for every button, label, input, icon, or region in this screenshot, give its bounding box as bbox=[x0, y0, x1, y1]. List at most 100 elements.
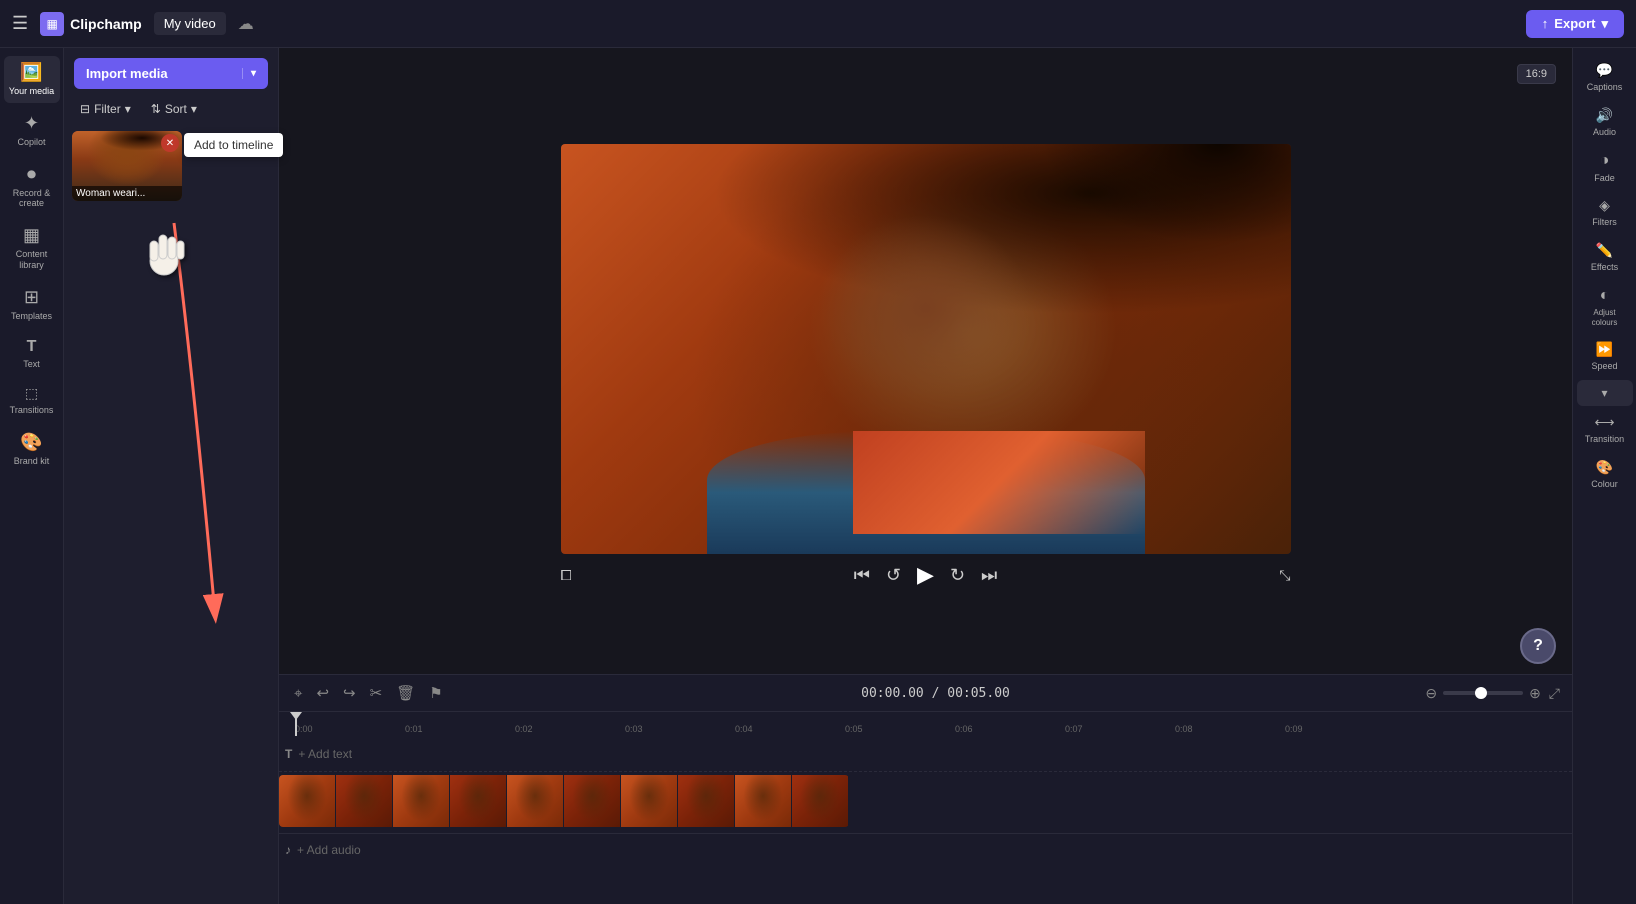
export-label: Export bbox=[1554, 16, 1595, 31]
filters-icon: ◈ bbox=[1599, 197, 1610, 214]
film-frame-1 bbox=[279, 775, 336, 827]
import-media-dropdown-icon[interactable]: ▾ bbox=[242, 68, 256, 79]
sidebar-item-your-media[interactable]: 🖼️ Your media bbox=[4, 56, 60, 103]
forward-5s-button[interactable]: ↻ bbox=[950, 565, 965, 586]
sidebar-item-transitions[interactable]: ⬚ Transitions bbox=[4, 379, 60, 422]
sidebar-item-effects[interactable]: ✏️ Effects bbox=[1577, 236, 1633, 279]
main-content: 🖼️ Your media ✦ Copilot ⏺ Record & creat… bbox=[0, 48, 1636, 904]
sidebar-item-adjust-colours[interactable]: ◐ Adjustcolours bbox=[1577, 281, 1633, 333]
cursor-hand bbox=[144, 223, 189, 286]
media-grid: ✕ Woman weari... Add to timeline bbox=[64, 123, 278, 209]
copilot-icon: ✦ bbox=[24, 113, 39, 134]
zoom-slider[interactable] bbox=[1443, 691, 1523, 695]
timeline-undo-button[interactable]: ↩ bbox=[313, 681, 332, 705]
topbar: ☰ ▦ Clipchamp My video ☁ ↑ Export ▾ bbox=[0, 0, 1636, 48]
text-icon: T bbox=[27, 338, 37, 356]
templates-icon: ⊞ bbox=[24, 287, 39, 308]
sidebar-item-copilot[interactable]: ✦ Copilot bbox=[4, 107, 60, 154]
sidebar-item-filters[interactable]: ◈ Filters bbox=[1577, 191, 1633, 234]
sidebar-label-effects: Effects bbox=[1591, 262, 1618, 273]
import-media-button[interactable]: Import media ▾ bbox=[74, 58, 268, 89]
export-chevron-icon: ▾ bbox=[1601, 16, 1608, 32]
filter-button[interactable]: ⊟ Filter ▾ bbox=[74, 99, 137, 119]
film-frame-8 bbox=[678, 775, 735, 827]
film-frame-4 bbox=[450, 775, 507, 827]
timeline-cut-button[interactable]: ✂ bbox=[367, 681, 386, 705]
playhead-triangle bbox=[290, 712, 302, 720]
sidebar-item-label-templates: Templates bbox=[11, 311, 52, 322]
help-button[interactable]: ? bbox=[1520, 628, 1556, 664]
sidebar-item-label-your-media: Your media bbox=[9, 86, 54, 97]
your-media-icon: 🖼️ bbox=[20, 62, 42, 83]
sidebar-item-record-create[interactable]: ⏺ Record & create bbox=[4, 158, 60, 216]
tooltip-text: Add to timeline bbox=[194, 138, 273, 152]
timeline-magnet-button[interactable]: ⌖ bbox=[291, 682, 305, 705]
back-5s-button[interactable]: ↺ bbox=[886, 565, 901, 586]
sidebar-item-fade[interactable]: ◑ Fade bbox=[1577, 146, 1633, 190]
timeline-redo-button[interactable]: ↪ bbox=[340, 681, 359, 705]
logo-wrapper: ▦ Clipchamp bbox=[40, 12, 142, 36]
playhead[interactable] bbox=[295, 712, 297, 736]
import-media-label: Import media bbox=[86, 66, 238, 81]
add-audio-track[interactable]: ♪ + Add audio bbox=[279, 834, 1572, 866]
play-button[interactable]: ▶ bbox=[917, 562, 934, 588]
sidebar-item-transition[interactable]: ⟷ Transition bbox=[1577, 408, 1633, 451]
video-title[interactable]: My video bbox=[154, 12, 226, 35]
sidebar-item-collapse[interactable]: ▾ bbox=[1577, 380, 1633, 406]
zoom-out-button[interactable]: ⊖ bbox=[1425, 685, 1437, 702]
video-filmstrip[interactable] bbox=[279, 775, 849, 827]
skip-back-button[interactable]: ⏮ bbox=[854, 565, 870, 586]
filter-chevron-icon: ▾ bbox=[125, 102, 131, 116]
timeline-area: ⌖ ↩ ↪ ✂ 🗑 ⚑ 00:00.00 / 00:05.00 ⊖ ⊕ bbox=[279, 674, 1572, 904]
add-text-label: + Add text bbox=[298, 747, 352, 761]
sidebar-item-captions[interactable]: 💬 Captions bbox=[1577, 56, 1633, 99]
sidebar-item-content-library[interactable]: ▦ Content library bbox=[4, 219, 60, 277]
filter-icon: ⊟ bbox=[80, 102, 90, 116]
ruler-mark-8: 0:08 bbox=[1175, 724, 1193, 734]
sidebar-label-captions: Captions bbox=[1587, 82, 1623, 93]
add-text-track[interactable]: T + Add text bbox=[279, 736, 1572, 772]
sidebar-item-text[interactable]: T Text bbox=[4, 332, 60, 376]
skip-forward-button[interactable]: ⏭ bbox=[981, 565, 997, 586]
zoom-in-button[interactable]: ⊕ bbox=[1529, 685, 1541, 702]
sidebar-item-speed[interactable]: ⏩ Speed bbox=[1577, 335, 1633, 378]
sidebar-item-label-text: Text bbox=[23, 359, 40, 370]
sidebar-item-label-brand-kit: Brand kit bbox=[14, 456, 50, 467]
film-frame-5 bbox=[507, 775, 564, 827]
sidebar-item-label-transitions: Transitions bbox=[10, 405, 54, 416]
record-create-icon: ⏺ bbox=[27, 164, 36, 185]
sidebar-item-colour[interactable]: 🎨 Colour bbox=[1577, 453, 1633, 496]
export-button[interactable]: ↑ Export ▾ bbox=[1526, 10, 1624, 38]
adjust-colours-icon: ◐ bbox=[1600, 287, 1610, 305]
media-panel-header: Import media ▾ bbox=[64, 48, 278, 95]
timeline-delete-button[interactable]: 🗑 bbox=[393, 681, 418, 705]
menu-icon[interactable]: ☰ bbox=[12, 13, 28, 34]
sidebar-label-audio: Audio bbox=[1593, 127, 1616, 138]
aspect-ratio-button[interactable]: 16:9 bbox=[1517, 64, 1556, 84]
zoom-thumb bbox=[1475, 687, 1487, 699]
sidebar-item-brand-kit[interactable]: 🎨 Brand kit bbox=[4, 426, 60, 473]
film-frame-7 bbox=[621, 775, 678, 827]
timeline-expand-button[interactable]: ⤢ bbox=[1549, 685, 1560, 702]
app-name: Clipchamp bbox=[70, 16, 142, 32]
media-toolbar: ⊟ Filter ▾ ⇅ Sort ▾ bbox=[64, 95, 278, 123]
fullscreen-button[interactable]: ⤡ bbox=[1279, 567, 1290, 584]
timeline-flag-button[interactable]: ⚑ bbox=[426, 681, 445, 705]
film-frame-9 bbox=[735, 775, 792, 827]
captions-icon: 💬 bbox=[1596, 62, 1613, 79]
cloud-save-icon: ☁ bbox=[238, 14, 254, 34]
delete-media-button[interactable]: ✕ bbox=[161, 134, 179, 152]
media-item-woman[interactable]: ✕ Woman weari... bbox=[72, 131, 182, 201]
sidebar-item-label-content-library: Content library bbox=[8, 249, 56, 271]
sidebar-item-audio[interactable]: 🔊 Audio bbox=[1577, 101, 1633, 144]
sort-button[interactable]: ⇅ Sort ▾ bbox=[145, 99, 203, 119]
cc-button[interactable]: ⧠ bbox=[561, 567, 572, 584]
sidebar-label-fade: Fade bbox=[1594, 173, 1615, 184]
sidebar-item-templates[interactable]: ⊞ Templates bbox=[4, 281, 60, 328]
ruler-mark-7: 0:07 bbox=[1065, 724, 1083, 734]
colour-icon: 🎨 bbox=[1596, 459, 1613, 476]
transition-icon: ⟷ bbox=[1594, 414, 1614, 431]
film-frame-6 bbox=[564, 775, 621, 827]
video-track-row bbox=[279, 772, 1572, 834]
video-preview: 16:9 ⧠ ⏮ ↺ ▶ bbox=[279, 48, 1572, 674]
